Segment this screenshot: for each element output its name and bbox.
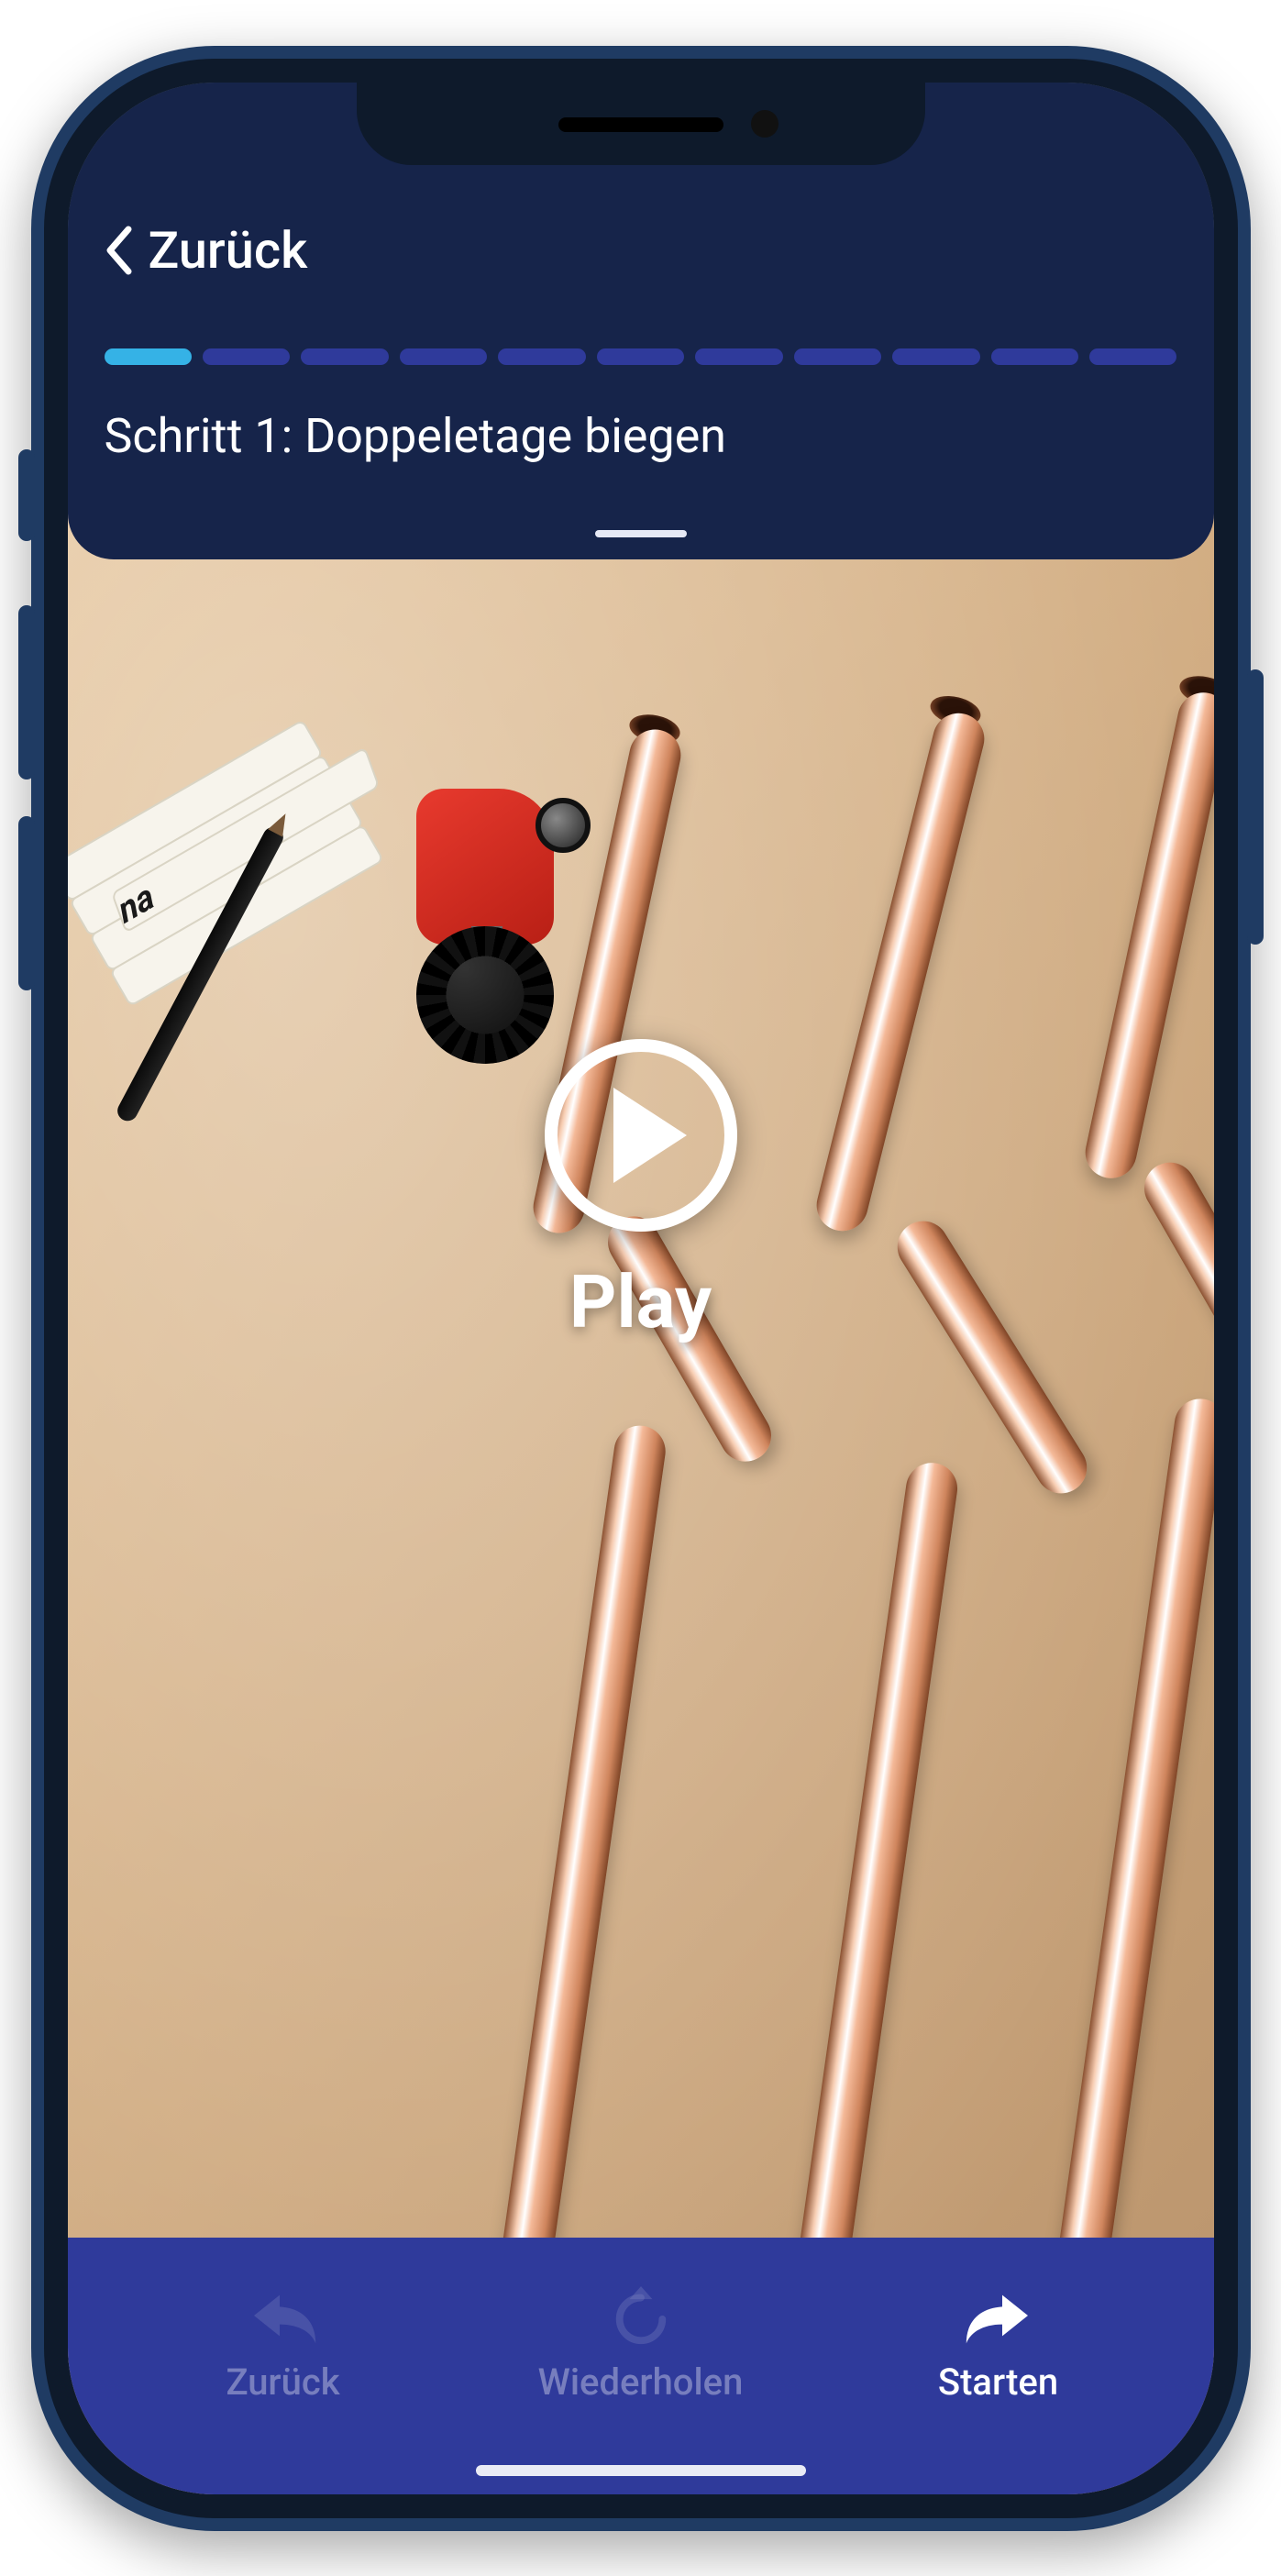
progress-seg-2[interactable]	[203, 348, 290, 365]
hw-volume-down	[18, 816, 35, 990]
chevron-left-icon	[105, 226, 132, 275]
progress-seg-3[interactable]	[301, 348, 388, 365]
bottom-bar: Zurück Wiederholen Starten	[68, 2238, 1214, 2494]
phone-notch	[357, 83, 925, 165]
play-button[interactable]: Play	[545, 1039, 737, 1345]
play-icon	[545, 1039, 737, 1232]
bottom-start-label: Starten	[938, 2360, 1058, 2404]
progress-seg-5[interactable]	[498, 348, 585, 365]
bottom-back-label: Zurück	[226, 2360, 339, 2404]
scene-pipe-cutter	[380, 789, 600, 1064]
back-button[interactable]: Zurück	[105, 220, 308, 281]
hw-volume-up	[18, 605, 35, 779]
refresh-icon	[604, 2283, 678, 2357]
phone-frame: na	[31, 46, 1251, 2531]
bottom-start-button[interactable]: Starten	[820, 2283, 1177, 2404]
progress-seg-11[interactable]	[1089, 348, 1176, 365]
hw-silence-switch	[18, 449, 35, 541]
progress-seg-1[interactable]	[105, 348, 192, 365]
hw-power-button	[1247, 669, 1264, 945]
bottom-repeat-button[interactable]: Wiederholen	[462, 2283, 820, 2404]
bottom-back-button[interactable]: Zurück	[105, 2283, 462, 2404]
progress-seg-9[interactable]	[892, 348, 979, 365]
back-label: Zurück	[149, 220, 308, 281]
progress-seg-8[interactable]	[794, 348, 881, 365]
forward-icon	[962, 2283, 1035, 2357]
reply-icon	[247, 2283, 320, 2357]
step-title: Schritt 1: Doppeletage biegen	[105, 408, 1177, 464]
play-label: Play	[569, 1259, 712, 1345]
bottom-repeat-label: Wiederholen	[538, 2360, 744, 2404]
progress-seg-10[interactable]	[991, 348, 1078, 365]
progress-seg-6[interactable]	[597, 348, 684, 365]
drawer-handle[interactable]	[595, 530, 687, 537]
phone-screen: na	[68, 83, 1214, 2494]
app-root: na	[68, 83, 1214, 2494]
progress-seg-4[interactable]	[400, 348, 487, 365]
progress-bar[interactable]	[105, 348, 1177, 365]
progress-seg-7[interactable]	[695, 348, 782, 365]
home-indicator	[476, 2465, 806, 2476]
